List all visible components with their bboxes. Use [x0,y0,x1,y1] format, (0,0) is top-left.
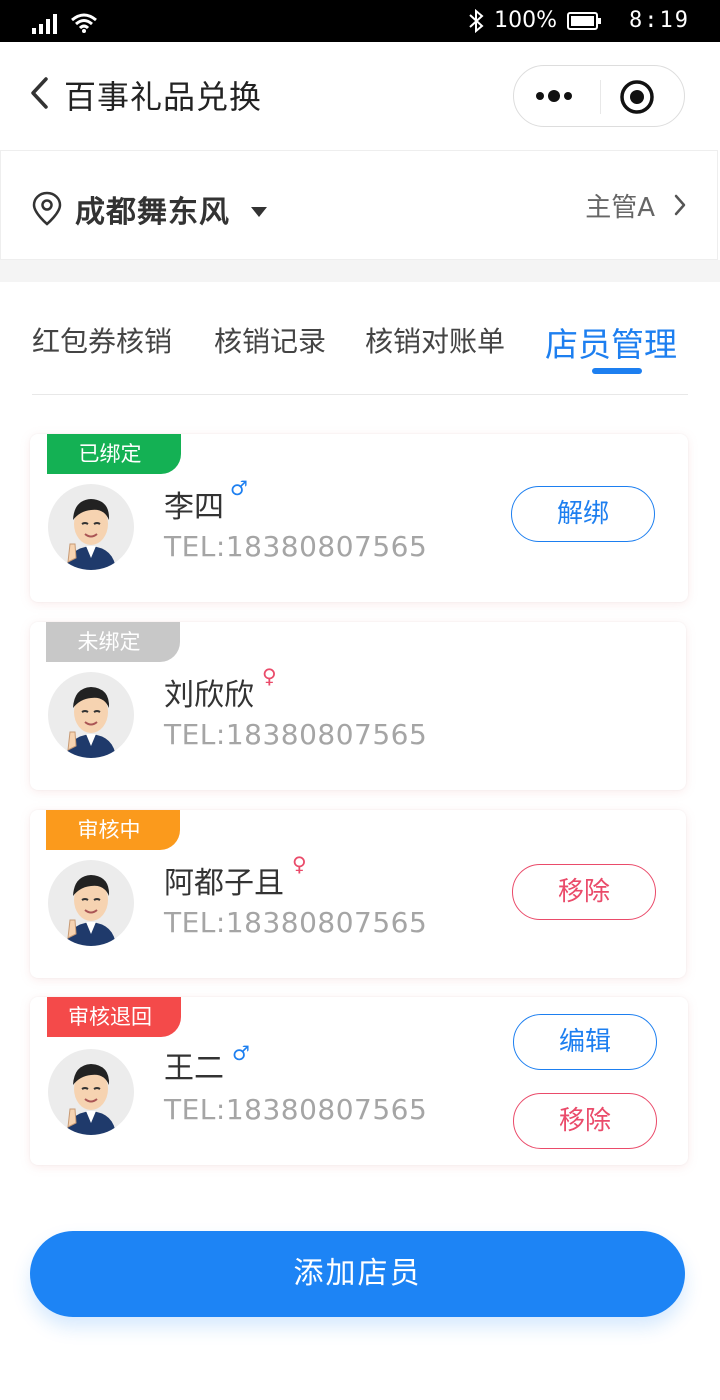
signal-icon [32,14,57,34]
battery-percent: 100% [494,8,558,33]
tab-coupon-redeem[interactable]: 红包券核销 [32,320,172,360]
page-title: 百事礼品兑换 [64,78,263,116]
edit-button[interactable]: 编辑 [513,1014,657,1070]
bluetooth-icon [469,8,484,33]
employee-card: 审核中 阿都子且 ♀ TEL:18380807565 移除 [30,810,686,978]
add-employee-button[interactable]: 添加店员 [30,1231,685,1317]
target-icon [620,80,654,114]
manager-link[interactable]: 主管A [585,187,655,224]
more-dots-icon [536,90,572,102]
tab-staff-management[interactable]: 店员管理 [545,318,677,366]
remove-button[interactable]: 移除 [513,1093,657,1149]
active-tab-indicator [592,368,642,374]
employee-phone: TEL:18380807565 [164,530,428,563]
remove-button[interactable]: 移除 [512,864,656,920]
capsule-divider [600,80,601,114]
avatar-cartoon-icon [66,875,116,946]
employee-card: 审核退回 王二 ♂ TEL:18380807565 编辑 移除 [30,997,688,1165]
employee-name: 刘欣欣 [164,678,254,713]
avatar [48,672,134,758]
battery-icon [567,11,602,30]
clock: 8:19 [629,8,690,33]
more-button[interactable] [532,82,592,110]
chevron-right-icon[interactable] [673,193,687,217]
close-miniprogram-button[interactable] [618,78,656,116]
tab-redeem-records[interactable]: 核销记录 [214,320,326,360]
status-badge: 已绑定 [47,434,181,474]
female-icon: ♀ [262,664,277,688]
employee-name: 王二 [164,1051,224,1086]
back-button[interactable] [28,76,58,116]
status-badge: 审核中 [46,810,180,850]
caret-down-icon[interactable] [251,207,267,217]
wifi-icon [71,13,97,33]
employee-card: 已绑定 李四 ♂ TEL:18380807565 解绑 [30,434,688,602]
female-icon: ♀ [292,852,307,876]
employee-card: 未绑定 刘欣欣 ♀ TEL:18380807565 [30,622,686,790]
male-icon: ♂ [230,476,248,500]
capsule-menu [513,65,685,127]
tab-bar: 红包券核销 核销记录 核销对账单 店员管理 [32,282,688,395]
nav-bar: 百事礼品兑换 [0,42,720,150]
employee-name: 李四 [164,490,224,525]
avatar-cartoon-icon [66,499,116,570]
tab-redeem-statement[interactable]: 核销对账单 [365,320,505,360]
employee-phone: TEL:18380807565 [164,718,428,751]
avatar [48,484,134,570]
section-separator [0,260,720,282]
employee-phone: TEL:18380807565 [164,906,428,939]
store-selector-bar: 成都舞东风 主管A [0,150,718,260]
unbind-button[interactable]: 解绑 [511,486,655,542]
status-bar: 100% 8:19 [0,0,720,42]
avatar [48,1049,134,1135]
chevron-left-icon [31,77,48,109]
status-badge: 审核退回 [47,997,181,1037]
avatar-cartoon-icon [66,687,116,758]
male-icon: ♂ [232,1041,250,1065]
store-name[interactable]: 成都舞东风 [75,187,230,231]
employee-phone: TEL:18380807565 [164,1093,428,1126]
avatar-cartoon-icon [66,1064,116,1135]
location-pin-icon [32,191,62,226]
avatar [48,860,134,946]
employee-name: 阿都子且 [164,866,284,901]
status-badge: 未绑定 [46,622,180,662]
